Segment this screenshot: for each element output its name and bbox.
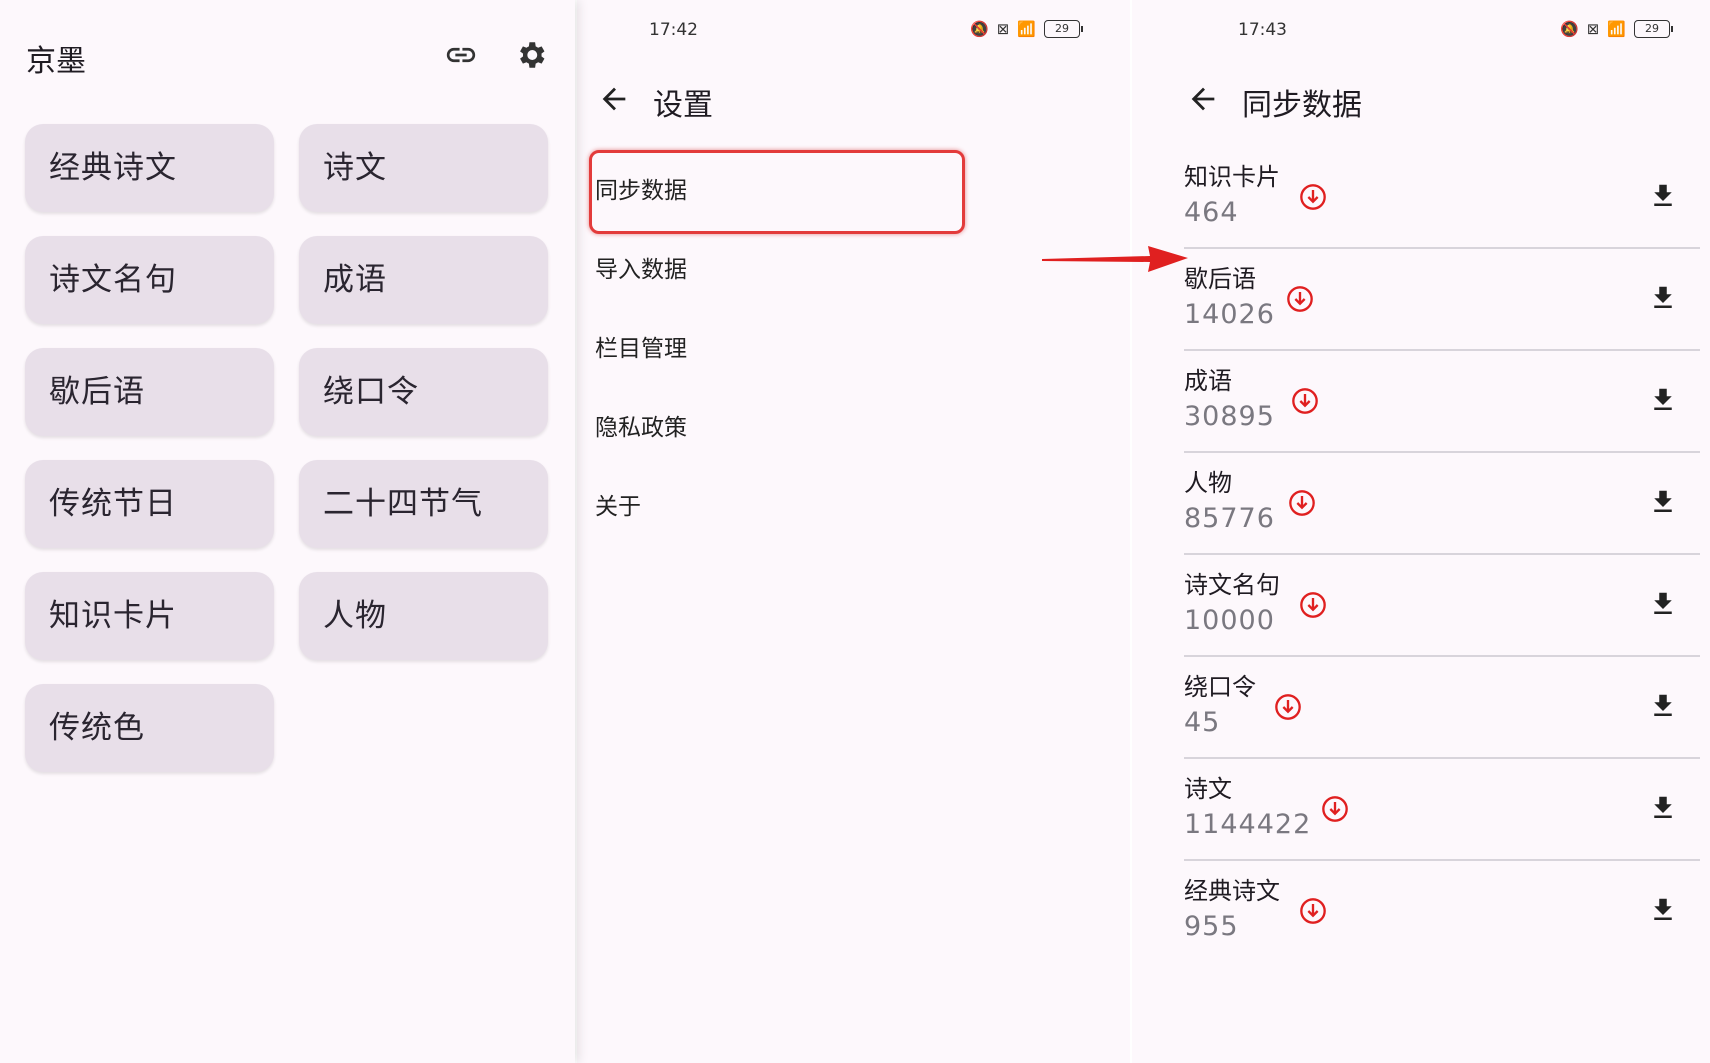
sync-row: 成语 30895 [1184,349,1700,453]
battery-icon: 29 [1633,20,1673,38]
battery-icon: 29 [1043,20,1083,38]
download-icon[interactable] [1648,589,1678,619]
sync-row: 歇后语 14026 [1184,247,1700,351]
download-circle-icon[interactable] [1299,183,1327,211]
sync-row: 知识卡片 464 [1184,145,1700,249]
download-icon[interactable] [1648,385,1678,415]
home-screen: 京墨 经典诗文 诗文 诗文名句 成语 歇后语 绕口令 传统节日 二十四节气 知识… [0,0,575,1063]
sync-row: 诗文 1144422 [1184,757,1700,861]
sync-row: 诗文名句 10000 [1184,553,1700,657]
sync-item-count: 30895 [1184,401,1275,432]
tile-famous-lines[interactable]: 诗文名句 [25,236,274,324]
download-circle-icon[interactable] [1299,591,1327,619]
sync-item-name: 知识卡片 [1184,163,1280,191]
download-circle-icon[interactable] [1299,897,1327,925]
link-icon[interactable] [444,38,478,72]
download-circle-icon[interactable] [1321,795,1349,823]
sync-row: 人物 85776 [1184,451,1700,555]
sync-item-count: 45 [1184,707,1221,738]
download-circle-icon[interactable] [1291,387,1319,415]
sync-item-name: 诗文 [1184,775,1232,803]
tile-people[interactable]: 人物 [299,572,548,660]
download-circle-icon[interactable] [1286,285,1314,313]
download-icon[interactable] [1648,487,1678,517]
settings-item-privacy[interactable]: 隐私政策 [595,408,687,442]
settings-item-sync[interactable]: 同步数据 [595,171,687,205]
download-icon[interactable] [1648,283,1678,313]
sync-item-count: 85776 [1184,503,1275,534]
sync-item-name: 歇后语 [1184,265,1256,293]
download-icon[interactable] [1648,895,1678,925]
status-icons: 🔕 ⊠ 📶 29 [1560,20,1673,38]
status-icons: 🔕 ⊠ 📶 29 [970,20,1083,38]
tile-solar-terms[interactable]: 二十四节气 [299,460,548,548]
tile-idioms[interactable]: 成语 [299,236,548,324]
sync-item-name: 绕口令 [1184,673,1256,701]
status-time: 17:43 [1238,20,1287,40]
download-circle-icon[interactable] [1274,693,1302,721]
download-icon[interactable] [1648,181,1678,211]
download-icon[interactable] [1648,793,1678,823]
sync-item-count: 1144422 [1184,809,1312,840]
settings-item-import[interactable]: 导入数据 [595,250,687,284]
gear-icon[interactable] [514,38,548,72]
page-title: 同步数据 [1242,88,1362,123]
tile-poems[interactable]: 诗文 [299,124,548,212]
sync-item-name: 经典诗文 [1184,877,1280,905]
sync-item-name: 成语 [1184,367,1232,395]
sync-item-count: 955 [1184,911,1239,942]
sync-screen: 17:43 🔕 ⊠ 📶 29 同步数据 知识卡片 464 歇后语 14026 成… [1132,0,1710,1063]
download-circle-icon[interactable] [1288,489,1316,517]
sim-off-icon: ⊠ [996,20,1010,38]
wifi-icon: 📶 [1607,20,1626,38]
settings-item-about[interactable]: 关于 [595,487,641,521]
tile-festivals[interactable]: 传统节日 [25,460,274,548]
tile-classic-poems[interactable]: 经典诗文 [25,124,274,212]
back-arrow-icon[interactable] [597,82,631,116]
settings-screen: 17:42 🔕 ⊠ 📶 29 设置 同步数据 导入数据 栏目管理 隐私政策 关于 [577,0,1130,1063]
tile-tongue-twisters[interactable]: 绕口令 [299,348,548,436]
mute-icon: 🔕 [970,20,989,38]
sync-row: 绕口令 45 [1184,655,1700,759]
mute-icon: 🔕 [1560,20,1579,38]
tile-xiehouyu[interactable]: 歇后语 [25,348,274,436]
sync-row: 经典诗文 955 [1184,859,1700,961]
tile-knowledge-cards[interactable]: 知识卡片 [25,572,274,660]
sync-item-count: 14026 [1184,299,1275,330]
tile-traditional-colors[interactable]: 传统色 [25,684,274,772]
annotation-arrow [1042,246,1188,272]
wifi-icon: 📶 [1017,20,1036,38]
page-title: 设置 [653,88,713,123]
back-arrow-icon[interactable] [1186,82,1220,116]
sync-item-name: 诗文名句 [1184,571,1280,599]
sim-off-icon: ⊠ [1586,20,1600,38]
status-time: 17:42 [649,20,698,40]
download-icon[interactable] [1648,691,1678,721]
settings-item-columns[interactable]: 栏目管理 [595,329,687,363]
sync-item-count: 464 [1184,197,1239,228]
app-title: 京墨 [26,44,86,79]
sync-item-count: 10000 [1184,605,1275,636]
sync-item-name: 人物 [1184,469,1232,497]
